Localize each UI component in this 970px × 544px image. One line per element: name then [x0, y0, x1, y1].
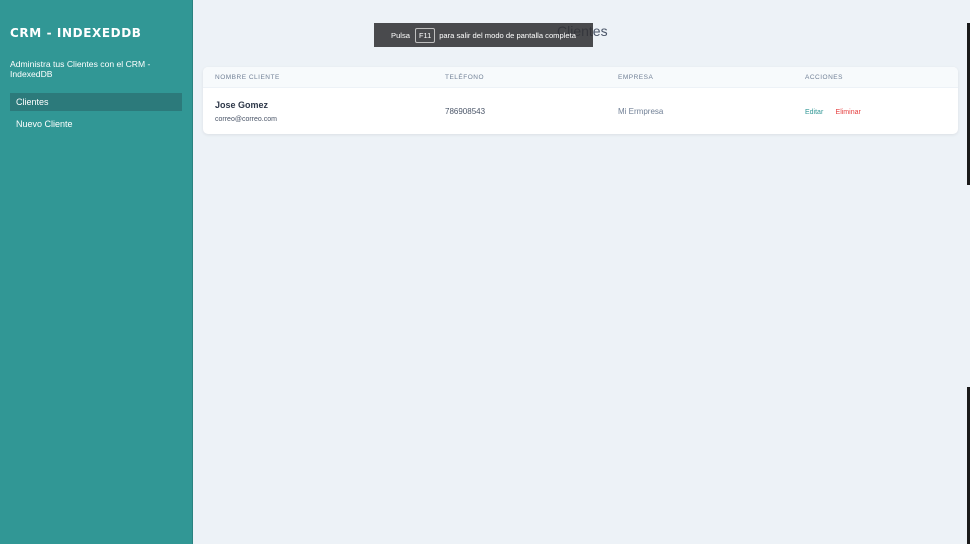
- app-brand: CRM - INDEXEDDB: [10, 26, 142, 40]
- fullscreen-toast: Pulsa F11 para salir del modo de pantall…: [374, 23, 593, 47]
- cell-client: Jose Gomez correo@correo.com: [203, 88, 433, 135]
- sidebar: CRM - INDEXEDDB Administra tus Clientes …: [0, 0, 193, 544]
- sidebar-item-clientes[interactable]: Clientes: [10, 93, 182, 111]
- delete-button[interactable]: Eliminar: [836, 109, 861, 116]
- column-header-actions: ACCIONES: [793, 67, 958, 88]
- sidebar-item-nuevo-cliente[interactable]: Nuevo Cliente: [10, 115, 182, 133]
- column-header-phone: TELÉFONO: [433, 67, 606, 88]
- main-content: Clientes NOMBRE CLIENTE TELÉFONO EMPRESA…: [193, 0, 970, 544]
- client-email: correo@correo.com: [215, 115, 277, 123]
- cell-phone: 786908543: [445, 106, 486, 116]
- clients-table: NOMBRE CLIENTE TELÉFONO EMPRESA ACCIONES…: [203, 67, 958, 134]
- table-body: Jose Gomez correo@correo.com 786908543 M…: [203, 88, 958, 135]
- column-header-name: NOMBRE CLIENTE: [203, 67, 433, 88]
- column-header-company: EMPRESA: [606, 67, 793, 88]
- table-header-row: NOMBRE CLIENTE TELÉFONO EMPRESA ACCIONES: [203, 67, 958, 88]
- sidebar-nav: Clientes Nuevo Cliente: [10, 93, 182, 133]
- table-row: Jose Gomez correo@correo.com 786908543 M…: [203, 88, 958, 135]
- f11-key-badge: F11: [415, 27, 436, 43]
- toast-suffix: para salir del modo de pantalla completa: [439, 30, 576, 40]
- edit-button[interactable]: Editar: [805, 109, 823, 116]
- table-header: NOMBRE CLIENTE TELÉFONO EMPRESA ACCIONES: [203, 67, 958, 88]
- cell-actions: Editar Eliminar: [793, 88, 958, 135]
- app-tagline: Administra tus Clientes con el CRM - Ind…: [10, 59, 151, 79]
- client-name: Jose Gomez: [215, 99, 269, 110]
- clients-table-card: NOMBRE CLIENTE TELÉFONO EMPRESA ACCIONES…: [203, 67, 958, 134]
- cell-company: Mi Ermpresa: [618, 106, 664, 116]
- app-root: CRM - INDEXEDDB Administra tus Clientes …: [0, 0, 970, 544]
- toast-prefix: Pulsa: [391, 30, 411, 40]
